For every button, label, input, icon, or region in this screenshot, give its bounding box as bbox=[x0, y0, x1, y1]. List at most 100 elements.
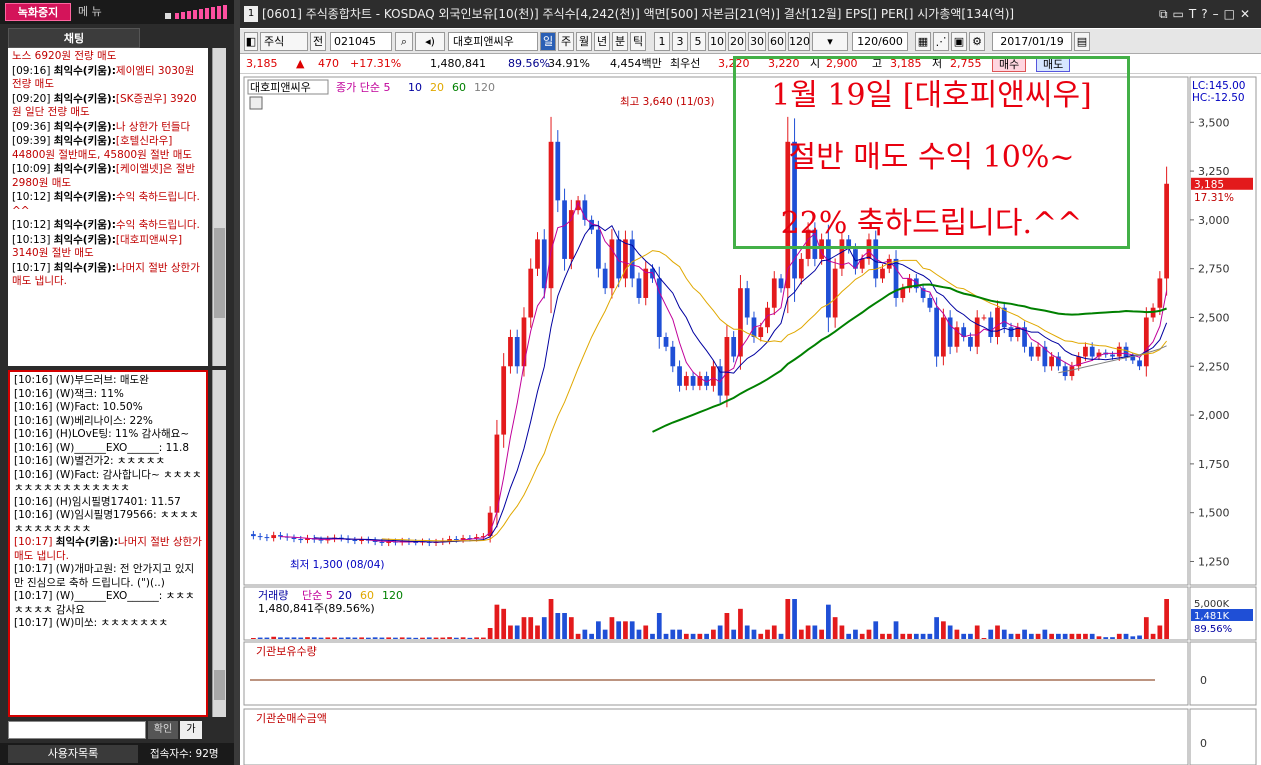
candle-body bbox=[1164, 183, 1169, 279]
candle-body bbox=[974, 317, 980, 347]
gear-icon[interactable]: ⚙ bbox=[969, 32, 985, 51]
volume-bar bbox=[1076, 633, 1082, 639]
volume-bar bbox=[1096, 636, 1102, 639]
chat-message: [10:16] (W)별건가2: ㅊㅊㅊㅊㅊ bbox=[14, 455, 202, 469]
volume-bar bbox=[305, 637, 310, 639]
volume-bar bbox=[683, 633, 689, 639]
message-time: [10:12] bbox=[12, 191, 54, 203]
candle-body bbox=[1137, 360, 1142, 367]
line-tool-icon[interactable]: ⋰ bbox=[933, 32, 949, 51]
chat-message: [09:20] 최익수(키움):[SK증권우] 3920원 일단 전량 매도 bbox=[12, 93, 204, 120]
period-button[interactable]: 틱 bbox=[630, 32, 646, 51]
prev-button[interactable]: 전 bbox=[310, 32, 326, 51]
calendar-icon[interactable]: ▤ bbox=[1074, 32, 1090, 51]
message-text: 노스 6920원 전량 매도 bbox=[12, 50, 117, 62]
candle-body bbox=[968, 337, 973, 347]
notice-scrollbar[interactable] bbox=[212, 48, 226, 366]
chat-input[interactable] bbox=[8, 721, 146, 739]
chat-tab[interactable]: 채팅 bbox=[8, 28, 140, 48]
up-arrow-icon: ▲ bbox=[296, 57, 305, 70]
chat-scrollbar[interactable] bbox=[212, 370, 226, 717]
save-icon[interactable]: ▣ bbox=[951, 32, 967, 51]
chat-message: [10:17] (W)______EXO______: ㅊㅊㅊㅊㅊㅊㅊ 감사요 bbox=[14, 590, 202, 617]
message-time: [10:12] bbox=[12, 219, 54, 231]
volume-bar bbox=[352, 637, 358, 639]
volume-bar bbox=[805, 625, 811, 639]
volume-bar bbox=[846, 633, 852, 639]
volume-bar bbox=[690, 633, 696, 639]
message-text: [10:17] (W)미쏘: ㅊㅊㅊㅊㅊㅊㅊ bbox=[14, 617, 169, 629]
candle-body bbox=[880, 268, 885, 279]
date-input[interactable]: 2017/01/19 bbox=[992, 32, 1072, 51]
candle-body bbox=[251, 534, 256, 537]
confirm-button[interactable]: 확인 bbox=[148, 721, 178, 739]
interval-button[interactable]: 3 bbox=[672, 32, 688, 51]
period-button[interactable]: 년 bbox=[594, 32, 610, 51]
chart-menu-icon[interactable]: ◧ bbox=[244, 32, 258, 51]
candle-body bbox=[927, 297, 933, 308]
chat-message: [10:17] (W)미쏘: ㅊㅊㅊㅊㅊㅊㅊ bbox=[14, 617, 202, 631]
period-button[interactable]: 일 bbox=[540, 32, 556, 51]
volume-bar bbox=[886, 633, 892, 639]
scroll-thumb[interactable] bbox=[214, 670, 225, 700]
restore-icon[interactable]: ▭ bbox=[1173, 7, 1189, 21]
period-button[interactable]: 주 bbox=[558, 32, 574, 51]
volume-bar bbox=[562, 613, 567, 639]
chat-list: [10:16] (W)부드러브: 매도완 [10:16] (W)잭크: 11% [1… bbox=[8, 370, 208, 717]
candle-body bbox=[663, 337, 669, 347]
user-list-button[interactable]: 사용자목록 bbox=[8, 745, 138, 763]
volume-bar bbox=[812, 625, 818, 639]
candle-body bbox=[711, 366, 716, 386]
message-author: 최익수(키움): bbox=[53, 233, 116, 246]
interval-button[interactable]: 60 bbox=[768, 32, 786, 51]
help-icon[interactable]: ? bbox=[1201, 7, 1212, 21]
record-stop-button[interactable]: 녹화중지 bbox=[5, 3, 71, 21]
volume-bar bbox=[1022, 629, 1027, 639]
left-chat-panel: 녹화중지 메 뉴 채팅 노스 6920원 전량 매도 [09:16] 최익수(키움… bbox=[0, 0, 234, 765]
interval-button[interactable]: 120 bbox=[788, 32, 810, 51]
chat-message: [09:39] 최익수(키움):[호텔신라우] 44800원 절반매도, 458… bbox=[12, 135, 204, 162]
chart-window: 1 [0601] 주식종합차트 - KOSDAQ 외국인보유[10(천)] 주식… bbox=[240, 0, 1261, 765]
period-button[interactable]: 월 bbox=[576, 32, 592, 51]
volume-bar bbox=[1001, 629, 1007, 639]
font-icon[interactable]: T bbox=[1189, 7, 1201, 21]
search-icon[interactable]: ⌕ bbox=[395, 32, 413, 51]
last-price-pct: 17.31% bbox=[1194, 192, 1234, 204]
chat-message: 노스 6920원 전량 매도 bbox=[12, 50, 204, 64]
volume-bar bbox=[284, 637, 290, 639]
sub2-panel-border bbox=[243, 708, 1189, 765]
volume-bar bbox=[1116, 633, 1122, 639]
minimize-icon[interactable]: – bbox=[1213, 7, 1224, 21]
signal-bars-icon bbox=[165, 5, 227, 19]
interval-button[interactable]: 30 bbox=[748, 32, 766, 51]
font-button[interactable]: 가 bbox=[180, 721, 202, 739]
code-input[interactable]: 021045 bbox=[330, 32, 392, 51]
count-input[interactable]: 120/600 bbox=[852, 32, 908, 51]
candle-body bbox=[670, 346, 676, 367]
window-controls[interactable]: ⧉▭T?–□✕ bbox=[1159, 0, 1255, 28]
interval-button[interactable]: 1 bbox=[654, 32, 670, 51]
interval-button[interactable]: 20 bbox=[728, 32, 746, 51]
volume-bar bbox=[1069, 633, 1075, 639]
candle-icon[interactable]: ▦ bbox=[915, 32, 931, 51]
interval-button[interactable]: 5 bbox=[690, 32, 706, 51]
candle-body bbox=[602, 268, 608, 289]
candle-body bbox=[541, 239, 547, 289]
period-button[interactable]: 분 bbox=[612, 32, 628, 51]
interval-dropdown[interactable]: ▾ bbox=[812, 32, 848, 51]
candle-body bbox=[1083, 346, 1088, 357]
volume-tick-label: 5,000K bbox=[1194, 599, 1230, 610]
candle-body bbox=[1008, 327, 1014, 337]
menu-button[interactable]: 메 뉴 bbox=[78, 3, 118, 21]
scroll-thumb[interactable] bbox=[214, 228, 225, 318]
type-select[interactable]: 주식 bbox=[260, 32, 308, 51]
volume-bar bbox=[771, 625, 777, 639]
maximize-icon[interactable]: □ bbox=[1224, 7, 1240, 21]
candle-body bbox=[941, 317, 946, 357]
interval-button[interactable]: 10 bbox=[708, 32, 726, 51]
y-tick-label: 1,500 bbox=[1198, 507, 1230, 520]
close-icon[interactable]: ✕ bbox=[1240, 7, 1255, 21]
sound-icon[interactable]: ◂) bbox=[415, 32, 445, 51]
link-icon[interactable]: ⧉ bbox=[1159, 7, 1173, 21]
volume-bar bbox=[1103, 637, 1109, 639]
